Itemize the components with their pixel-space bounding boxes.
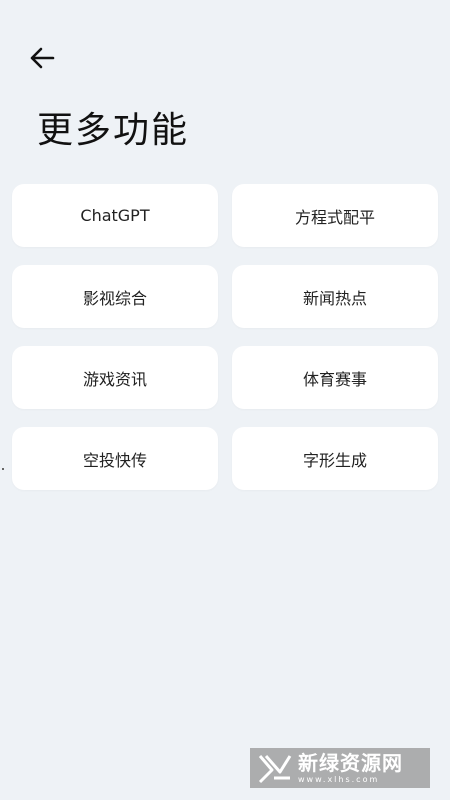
watermark-title: 新绿资源网 — [298, 750, 403, 775]
page-title: 更多功能 — [37, 110, 190, 151]
watermark-url: www.xlhs.com — [298, 774, 380, 784]
feature-equation-balancing[interactable]: 方程式配平 — [232, 184, 438, 247]
feature-chatgpt[interactable]: ChatGPT — [12, 184, 218, 247]
arrow-left-icon — [28, 44, 56, 76]
feature-film-tv[interactable]: 影视综合 — [12, 265, 218, 328]
feature-airdrop-transfer[interactable]: 空投快传 — [12, 427, 218, 490]
watermark-logo-icon — [256, 750, 292, 786]
feature-font-generator[interactable]: 字形生成 — [232, 427, 438, 490]
stray-dot — [2, 468, 4, 470]
feature-game-news[interactable]: 游戏资讯 — [12, 346, 218, 409]
back-button[interactable] — [22, 40, 62, 80]
feature-sports[interactable]: 体育赛事 — [232, 346, 438, 409]
feature-grid: ChatGPT 方程式配平 影视综合 新闻热点 游戏资讯 体育赛事 空投快传 字… — [12, 184, 438, 490]
feature-news-hot[interactable]: 新闻热点 — [232, 265, 438, 328]
watermark: 新绿资源网 www.xlhs.com — [250, 748, 430, 788]
